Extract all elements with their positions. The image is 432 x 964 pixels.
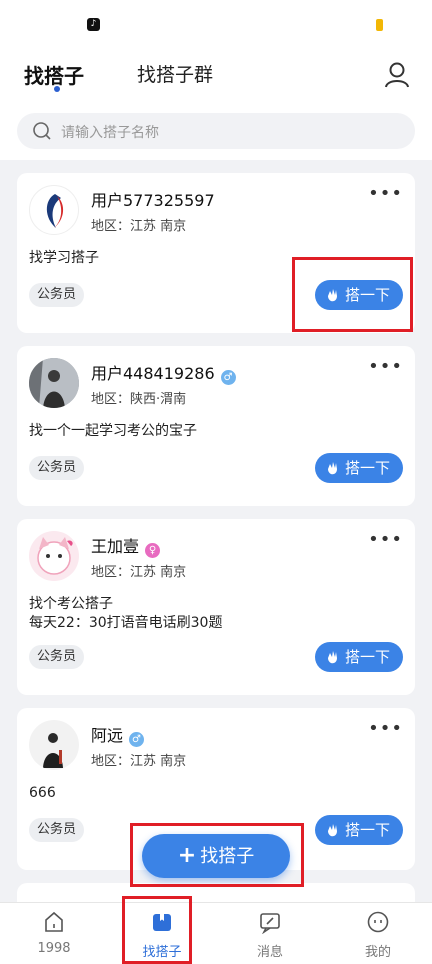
match-button[interactable]: 搭一下 — [315, 815, 403, 845]
user-name: 王加壹 ♀ — [91, 533, 161, 558]
nav-label: 我的 — [364, 945, 391, 960]
male-gender-icon: ♂ — [129, 732, 145, 747]
region-text: 地区：江苏 南京 — [91, 754, 187, 769]
avatar[interactable] — [29, 720, 79, 770]
search-placeholder: 请输入搭子名称 — [61, 125, 159, 141]
bottom-nav: 1998 找搭子 消息 我的 — [0, 902, 432, 964]
nav-item-home[interactable]: 1998 — [0, 903, 108, 964]
status-bar: ♪ — [0, 0, 432, 48]
region-text: 地区：陕西·渭南 — [91, 392, 187, 407]
message-icon — [260, 913, 280, 934]
avatar[interactable] — [29, 185, 79, 235]
match-button-label: 搭一下 — [345, 459, 391, 477]
nav-label: 1998 — [37, 941, 71, 956]
match-button-label: 搭一下 — [345, 648, 391, 666]
match-button[interactable]: 搭一下 — [315, 453, 403, 483]
user-name-text: 用户448419286 — [91, 364, 215, 383]
card-description: 找一个一起学习考公的宝子 — [29, 423, 197, 439]
description-line: 找个考公搭子 — [29, 596, 113, 612]
card-description: 666 — [29, 785, 56, 801]
tab-find-partner[interactable]: 找搭子 — [24, 60, 84, 89]
occupation-tag: 公务员 — [29, 456, 85, 480]
match-button-label: 搭一下 — [345, 821, 391, 839]
more-options-icon[interactable]: ••• — [368, 358, 403, 376]
user-name: 用户577325597 — [91, 191, 215, 210]
highlight-box — [292, 257, 413, 332]
home-icon — [45, 911, 63, 932]
search-input[interactable]: 请输入搭子名称 — [17, 113, 415, 149]
avatar[interactable] — [29, 358, 79, 408]
wave-hand-icon — [328, 824, 337, 837]
search-icon — [33, 122, 51, 140]
occupation-tag: 公务员 — [29, 645, 85, 669]
user-name: 用户448419286 ♂ — [91, 360, 236, 385]
nav-item-profile[interactable]: 我的 — [324, 903, 432, 964]
user-icon[interactable] — [383, 60, 411, 88]
nav-label: 消息 — [256, 945, 283, 960]
tiktok-icon: ♪ — [87, 18, 100, 31]
wave-hand-icon — [328, 651, 337, 664]
user-name-text: 王加壹 — [91, 537, 140, 556]
tab-find-partner-group[interactable]: 找搭子群 — [137, 60, 213, 87]
card-description: 找学习搭子 — [29, 250, 99, 266]
avatar[interactable] — [29, 531, 79, 581]
wave-hand-icon — [328, 462, 337, 475]
male-gender-icon: ♂ — [220, 370, 236, 385]
female-gender-icon: ♀ — [145, 543, 161, 558]
more-options-icon[interactable]: ••• — [368, 531, 403, 549]
card-description: 找个考公搭子 每天22：30打语音电话刷30题 — [29, 595, 222, 633]
header: 找搭子 找搭子群 请输入搭子名称 — [0, 48, 432, 160]
more-options-icon[interactable]: ••• — [368, 185, 403, 203]
partner-card[interactable]: 用户448419286 ♂ 地区：陕西·渭南 ••• 找一个一起学习考公的宝子 公… — [17, 346, 415, 506]
user-name: 阿远 ♂ — [91, 722, 145, 747]
match-button[interactable]: 搭一下 — [315, 642, 403, 672]
profile-icon — [367, 911, 389, 933]
battery-icon — [376, 19, 383, 31]
region-text: 地区：江苏 南京 — [91, 565, 187, 580]
highlight-box — [130, 823, 304, 887]
occupation-tag: 公务员 — [29, 283, 85, 307]
partner-card[interactable]: 王加壹 ♀ 地区：江苏 南京 ••• 找个考公搭子 每天22：30打语音电话刷30… — [17, 519, 415, 695]
more-options-icon[interactable]: ••• — [368, 720, 403, 738]
occupation-tag: 公务员 — [29, 818, 85, 842]
region-text: 地区：江苏 南京 — [91, 219, 187, 234]
nav-item-messages[interactable]: 消息 — [216, 903, 324, 964]
active-tab-indicator — [54, 86, 60, 92]
highlight-box — [122, 896, 192, 964]
user-name-text: 阿远 — [91, 726, 124, 745]
description-line: 每天22：30打语音电话刷30题 — [29, 615, 223, 631]
